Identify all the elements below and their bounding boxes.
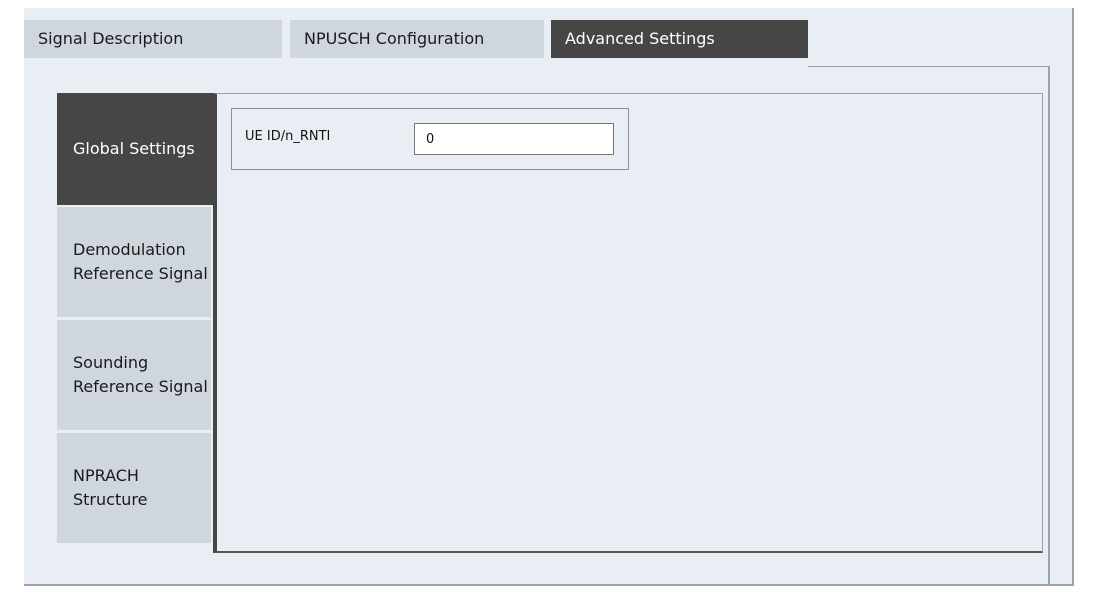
ue-id-input[interactable] — [414, 123, 614, 155]
tab-signal-description[interactable]: Signal Description — [24, 20, 282, 58]
side-tab-nprach-structure-label: NPRACH Structure — [73, 466, 148, 509]
side-tab-global-settings[interactable]: Global Settings — [57, 93, 215, 205]
tab-signal-description-label: Signal Description — [38, 29, 184, 48]
tab-npusch-configuration[interactable]: NPUSCH Configuration — [290, 20, 544, 58]
tab-advanced-settings-label: Advanced Settings — [565, 29, 715, 48]
side-tab-sounding-reference-signal-label: Sounding Reference Signal — [73, 353, 208, 396]
side-tab-demodulation-reference-signal-label: Demodulation Reference Signal — [73, 240, 208, 283]
window: Signal Description NPUSCH Configuration … — [0, 0, 1095, 595]
tab-frame-top-border — [808, 66, 1050, 67]
side-tab-sounding-reference-signal[interactable]: Sounding Reference Signal — [57, 320, 211, 430]
side-tab-demodulation-reference-signal[interactable]: Demodulation Reference Signal — [57, 207, 211, 317]
tab-advanced-settings[interactable]: Advanced Settings — [551, 20, 808, 58]
side-tab-nprach-structure[interactable]: NPRACH Structure — [57, 433, 211, 543]
ue-id-label: UE ID/n_RNTI — [245, 129, 331, 144]
tab-frame-right-border — [1048, 66, 1050, 586]
tab-npusch-configuration-label: NPUSCH Configuration — [304, 29, 485, 48]
side-tab-global-settings-label: Global Settings — [73, 139, 195, 158]
